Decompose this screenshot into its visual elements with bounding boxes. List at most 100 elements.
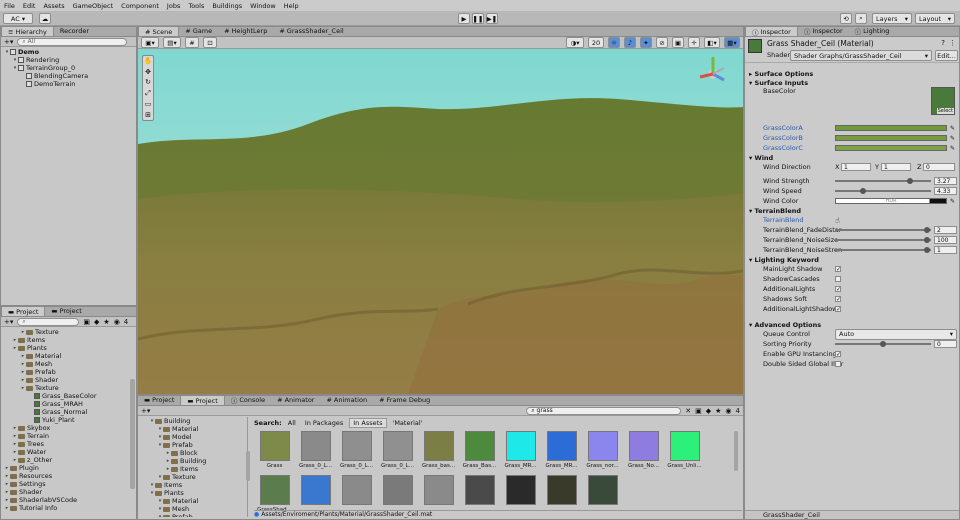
menu-edit[interactable]: Edit xyxy=(23,2,36,10)
cloud-icon[interactable]: ☁ xyxy=(39,13,51,24)
project-search-input[interactable]: ⌕ xyxy=(17,317,80,326)
tree-item[interactable]: Grass_MRAH xyxy=(1,400,136,408)
account-button[interactable]: AC ▾ xyxy=(3,13,33,24)
tab-project-1[interactable]: ▬ Project xyxy=(1,306,46,316)
slider-knob[interactable] xyxy=(924,237,931,243)
gpu-instancing-checkbox[interactable]: ✓ xyxy=(835,351,841,358)
keyword-checkbox[interactable]: ✓ xyxy=(835,266,841,273)
audio-toggle-icon[interactable]: ♪ xyxy=(624,37,636,48)
tree-item[interactable]: ▸ z_Other xyxy=(1,456,136,464)
asset-item[interactable]: Grass_Unli... xyxy=(665,431,704,469)
slider-track[interactable] xyxy=(835,341,931,347)
asset-item[interactable] xyxy=(296,475,335,513)
tree-item[interactable]: ▸ Skybox xyxy=(1,424,136,432)
tree-item[interactable]: ▸ Items xyxy=(1,336,136,344)
tree-item[interactable]: ▾ Prefab xyxy=(138,513,247,517)
eyedropper-icon[interactable]: ✎ xyxy=(950,125,955,132)
tab-heightlerp[interactable]: # HeightLerp xyxy=(218,26,273,36)
tree-item[interactable]: BlendingCamera xyxy=(1,72,136,80)
tab-console[interactable]: ⓘ Console xyxy=(225,395,271,405)
transform-tool-icon[interactable]: ⊞ xyxy=(145,111,151,119)
keyword-checkbox[interactable]: ✓ xyxy=(835,286,841,293)
tree-item[interactable]: ▸ Items xyxy=(138,465,247,473)
tree-item[interactable]: ▾ TerrainGroup_0 xyxy=(1,64,136,72)
hand-tool-icon[interactable]: ✋ xyxy=(144,57,153,65)
asset-item[interactable]: Grass_bas... xyxy=(419,431,458,469)
tree-item[interactable]: ▾ Plants xyxy=(138,489,247,497)
tree-item[interactable]: ▸ Building xyxy=(138,457,247,465)
tab-grassshader-ceil[interactable]: # GrassShader_Ceil xyxy=(273,26,349,36)
draw-mode-dropdown[interactable]: ▣▾ xyxy=(141,37,159,48)
tree-item[interactable]: ▾ Material xyxy=(138,497,247,505)
tree-item[interactable]: ▸ Texture xyxy=(1,328,136,336)
tab-lighting[interactable]: ⓘ Lighting xyxy=(849,26,896,36)
slider-track[interactable] xyxy=(835,237,931,243)
filter-tab[interactable]: In Packages xyxy=(302,419,346,427)
asset-search-input[interactable]: ⌕ grass xyxy=(526,406,682,415)
lighting-toggle-icon[interactable]: ☼ xyxy=(608,37,620,48)
tree-item[interactable]: ▸ Tutorial Info xyxy=(1,504,136,512)
tree-item[interactable]: ▸ Block xyxy=(138,449,247,457)
asset-item[interactable] xyxy=(378,475,417,513)
advanced-options-foldout[interactable]: ▾ Advanced Options xyxy=(745,320,959,329)
rect-tool-icon[interactable]: ▭ xyxy=(145,100,152,108)
grid-icon[interactable]: # xyxy=(185,37,199,48)
wind-direction-x[interactable]: 1 xyxy=(841,163,871,171)
tab-project[interactable]: ▬ Project xyxy=(138,395,180,405)
tag-icon[interactable]: ◆ xyxy=(94,318,99,326)
asset-item[interactable]: Grass_0_L... xyxy=(296,431,335,469)
asset-item[interactable]: Grass_MR... xyxy=(542,431,581,469)
asset-item[interactable]: Grass xyxy=(255,431,294,469)
tag-icon[interactable]: ◆ xyxy=(706,407,711,415)
tree-item[interactable]: ▾ Material xyxy=(138,425,247,433)
eyedropper-icon[interactable]: ✎ xyxy=(950,198,955,205)
effects-toggle-icon[interactable]: ✦ xyxy=(640,37,652,48)
asset-item[interactable] xyxy=(501,475,540,513)
tab-inspector[interactable]: ⓘ Inspector xyxy=(798,26,849,36)
star-icon[interactable]: ★ xyxy=(103,318,109,326)
surface-options-foldout[interactable]: ▸ Surface Options xyxy=(745,69,959,78)
gizmo-tool-icon[interactable]: ✛ xyxy=(688,37,700,48)
search-icon[interactable]: ⌕ xyxy=(855,13,867,24)
tab-animator[interactable]: # Animator xyxy=(271,395,320,405)
tree-item[interactable]: ▸ Shader xyxy=(1,488,136,496)
tab-frame-debug[interactable]: # Frame Debug xyxy=(373,395,436,405)
eyedropper-icon[interactable]: ✎ xyxy=(950,135,955,142)
add-icon[interactable]: +▾ xyxy=(141,407,150,415)
wind-direction-z[interactable]: 0 xyxy=(923,163,955,171)
slider-knob[interactable] xyxy=(880,341,886,347)
menu-help[interactable]: Help xyxy=(284,2,299,10)
grass-color-swatch[interactable] xyxy=(835,135,947,141)
filter-icon[interactable]: ▣ xyxy=(695,407,702,415)
asset-item[interactable] xyxy=(337,475,376,513)
gizmos-dropdown[interactable]: ◧▾ xyxy=(704,37,720,48)
tab-project[interactable]: ▬ Project xyxy=(180,395,225,405)
tree-item[interactable]: ▾ Rendering xyxy=(1,56,136,64)
slider-track[interactable] xyxy=(835,178,931,184)
menu-file[interactable]: File xyxy=(4,2,15,10)
base-color-texture-slot[interactable]: Select xyxy=(931,87,955,115)
slider-value[interactable]: 0 xyxy=(934,340,957,348)
queue-control-dropdown[interactable]: Auto ▾ xyxy=(835,328,957,340)
asset-item[interactable]: Grass_Bas... xyxy=(460,431,499,469)
add-icon[interactable]: +▾ xyxy=(4,318,13,326)
filter-icon[interactable]: ▣ xyxy=(83,318,90,326)
tree-item[interactable]: ▸ Terrain xyxy=(1,432,136,440)
scene-view-options-icon[interactable]: ▦▾ xyxy=(724,37,740,48)
tree-item[interactable]: ▸ Resources xyxy=(1,472,136,480)
tab-recorder[interactable]: Recorder xyxy=(54,26,95,36)
more-icon[interactable]: ⋮ xyxy=(949,39,956,47)
eyedropper-icon[interactable]: ✎ xyxy=(950,145,955,152)
tab-game[interactable]: # Game xyxy=(179,26,218,36)
tree-item[interactable]: ▾ Items xyxy=(138,481,247,489)
hidden-toggle-icon[interactable]: ⊘ xyxy=(656,37,668,48)
filter-tab[interactable]: In Assets xyxy=(349,417,387,428)
render-mode-dropdown[interactable]: ▤▾ xyxy=(163,37,181,48)
clear-search-icon[interactable]: ✕ xyxy=(685,407,691,415)
lighting-keyword-foldout[interactable]: ▾ Lighting Keyword xyxy=(745,255,959,264)
eye-icon[interactable]: ◉ xyxy=(725,407,731,415)
tab-hierarchy[interactable]: ≡ Hierarchy xyxy=(1,26,54,36)
move-tool-icon[interactable]: ✥ xyxy=(145,68,151,76)
grass-color-swatch[interactable] xyxy=(835,125,947,131)
asset-item[interactable] xyxy=(542,475,581,513)
